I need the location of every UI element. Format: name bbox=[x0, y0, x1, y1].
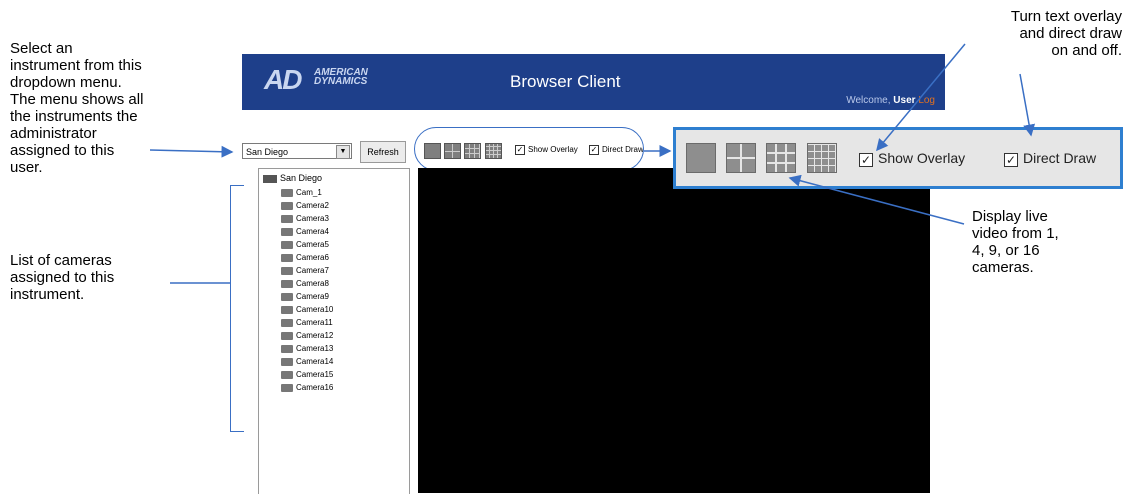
callout-arrows bbox=[149, 43, 1036, 284]
overlay-callout-arrow-1 bbox=[876, 43, 966, 152]
display-callout-arrow bbox=[788, 174, 965, 225]
dropdown-callout-arrow bbox=[149, 145, 234, 158]
overlay-callout-arrow-2 bbox=[1019, 73, 1036, 137]
